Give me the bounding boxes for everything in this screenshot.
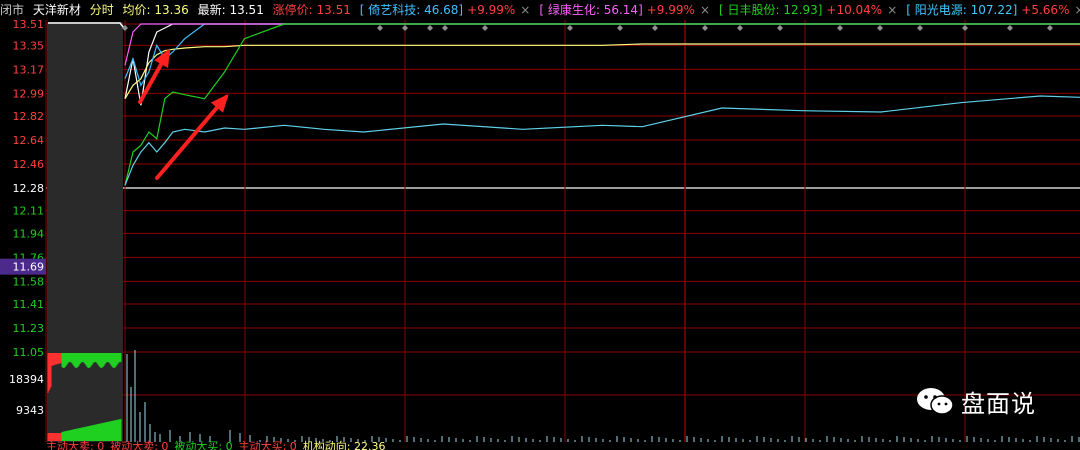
limit-price-value: 13.51 <box>316 3 351 17</box>
call-auction-panel <box>47 22 123 442</box>
series-line <box>124 43 1080 100</box>
price-tick-label: 11.23 <box>13 322 45 335</box>
stock-name[interactable]: 天洋新材 <box>33 3 81 17</box>
close-icon[interactable]: × <box>1074 3 1080 17</box>
last-price-value: 13.51 <box>229 3 264 17</box>
close-icon[interactable]: × <box>700 3 710 17</box>
limit-marker <box>482 25 488 31</box>
price-tick-label: 12.64 <box>13 134 45 147</box>
price-tick-label: 11.94 <box>13 227 45 240</box>
chart-header: 闭市 天洋新材 分时 均价: 13.36 最新: 13.51 涨停价: 13.5… <box>0 0 1080 20</box>
limit-marker <box>1047 25 1053 31</box>
limit-marker <box>652 25 658 31</box>
limit-marker <box>567 25 573 31</box>
price-tick-label: 11.41 <box>13 298 45 311</box>
limit-marker <box>617 25 623 31</box>
limit-marker <box>1007 25 1013 31</box>
peer-stock-4[interactable]: [ 阳光电源: 107.22] <box>906 3 1017 17</box>
price-tick-label: 12.28 <box>13 182 45 195</box>
series-line <box>124 23 1080 87</box>
last-price-label: 最新: <box>197 3 226 17</box>
price-tick-label: 13.35 <box>13 39 45 52</box>
volume-tick-label: 18394 <box>9 373 44 386</box>
order-flow-stat: 被动大买: 0 <box>174 440 233 450</box>
series-line <box>124 23 1080 186</box>
limit-marker <box>442 25 448 31</box>
wechat-icon <box>917 388 954 415</box>
peer-stock-2[interactable]: [ 绿康生化: 56.14] <box>539 3 642 17</box>
watermark: 盘面说 <box>915 383 1036 419</box>
price-marker-label: 11.69 <box>13 261 45 274</box>
limit-marker <box>877 25 883 31</box>
mode-label: 闭市 <box>0 3 25 17</box>
order-flow-stat: 被动大卖: 0 <box>110 440 169 450</box>
limit-price-label: 涨停价: <box>272 3 313 17</box>
price-tick-label: 13.17 <box>13 63 45 76</box>
avg-price-value: 13.36 <box>154 3 189 17</box>
avg-price-label: 均价: <box>122 3 151 17</box>
tab-intraday[interactable]: 分时 <box>90 3 114 17</box>
limit-marker <box>702 25 708 31</box>
peer-change-1: +9.99% <box>467 3 516 17</box>
price-tick-label: 12.99 <box>13 87 45 100</box>
peer-stock-1[interactable]: [ 倚艺科技: 46.68] <box>360 3 463 17</box>
close-icon[interactable]: × <box>520 3 530 17</box>
limit-marker <box>402 25 408 31</box>
annotation-arrow <box>155 95 228 180</box>
limit-marker <box>962 25 968 31</box>
intraday-chart-window: 13.51 13.35 13.17 12.99 12.82 12.64 12.46 12.28… <box>0 0 1080 450</box>
peer-stock-3[interactable]: [ 日丰股份: 12.93] <box>719 3 822 17</box>
peer-change-3: +10.04% <box>826 3 883 17</box>
limit-marker <box>737 25 743 31</box>
peer-change-4: +5.66% <box>1021 3 1070 17</box>
order-flow-stat: 机构动向: 22.36 <box>302 440 386 450</box>
price-tick-label: 12.82 <box>13 110 45 123</box>
limit-marker <box>917 25 923 31</box>
limit-marker <box>837 25 843 31</box>
price-tick-label: 12.46 <box>13 158 45 171</box>
price-tick-label: 11.05 <box>13 346 45 359</box>
price-tick-label: 12.11 <box>13 205 45 218</box>
volume-tick-label: 9343 <box>16 404 44 417</box>
limit-marker <box>427 25 433 31</box>
order-flow-stats: 主动大卖: 0 被动大卖: 0 被动大买: 0 主动大买: 0 机构动向: 22.36 <box>46 441 392 450</box>
limit-marker <box>777 25 783 31</box>
order-flow-stat: 主动大买: 0 <box>238 440 297 450</box>
limit-marker <box>377 25 383 31</box>
close-icon[interactable]: × <box>887 3 897 17</box>
series-line <box>124 95 1080 186</box>
peer-change-2: +9.99% <box>646 3 695 17</box>
price-tick-label: 11.58 <box>13 275 45 288</box>
watermark-text: 盘面说 <box>961 389 1036 418</box>
order-flow-stat: 主动大卖: 0 <box>46 440 105 450</box>
